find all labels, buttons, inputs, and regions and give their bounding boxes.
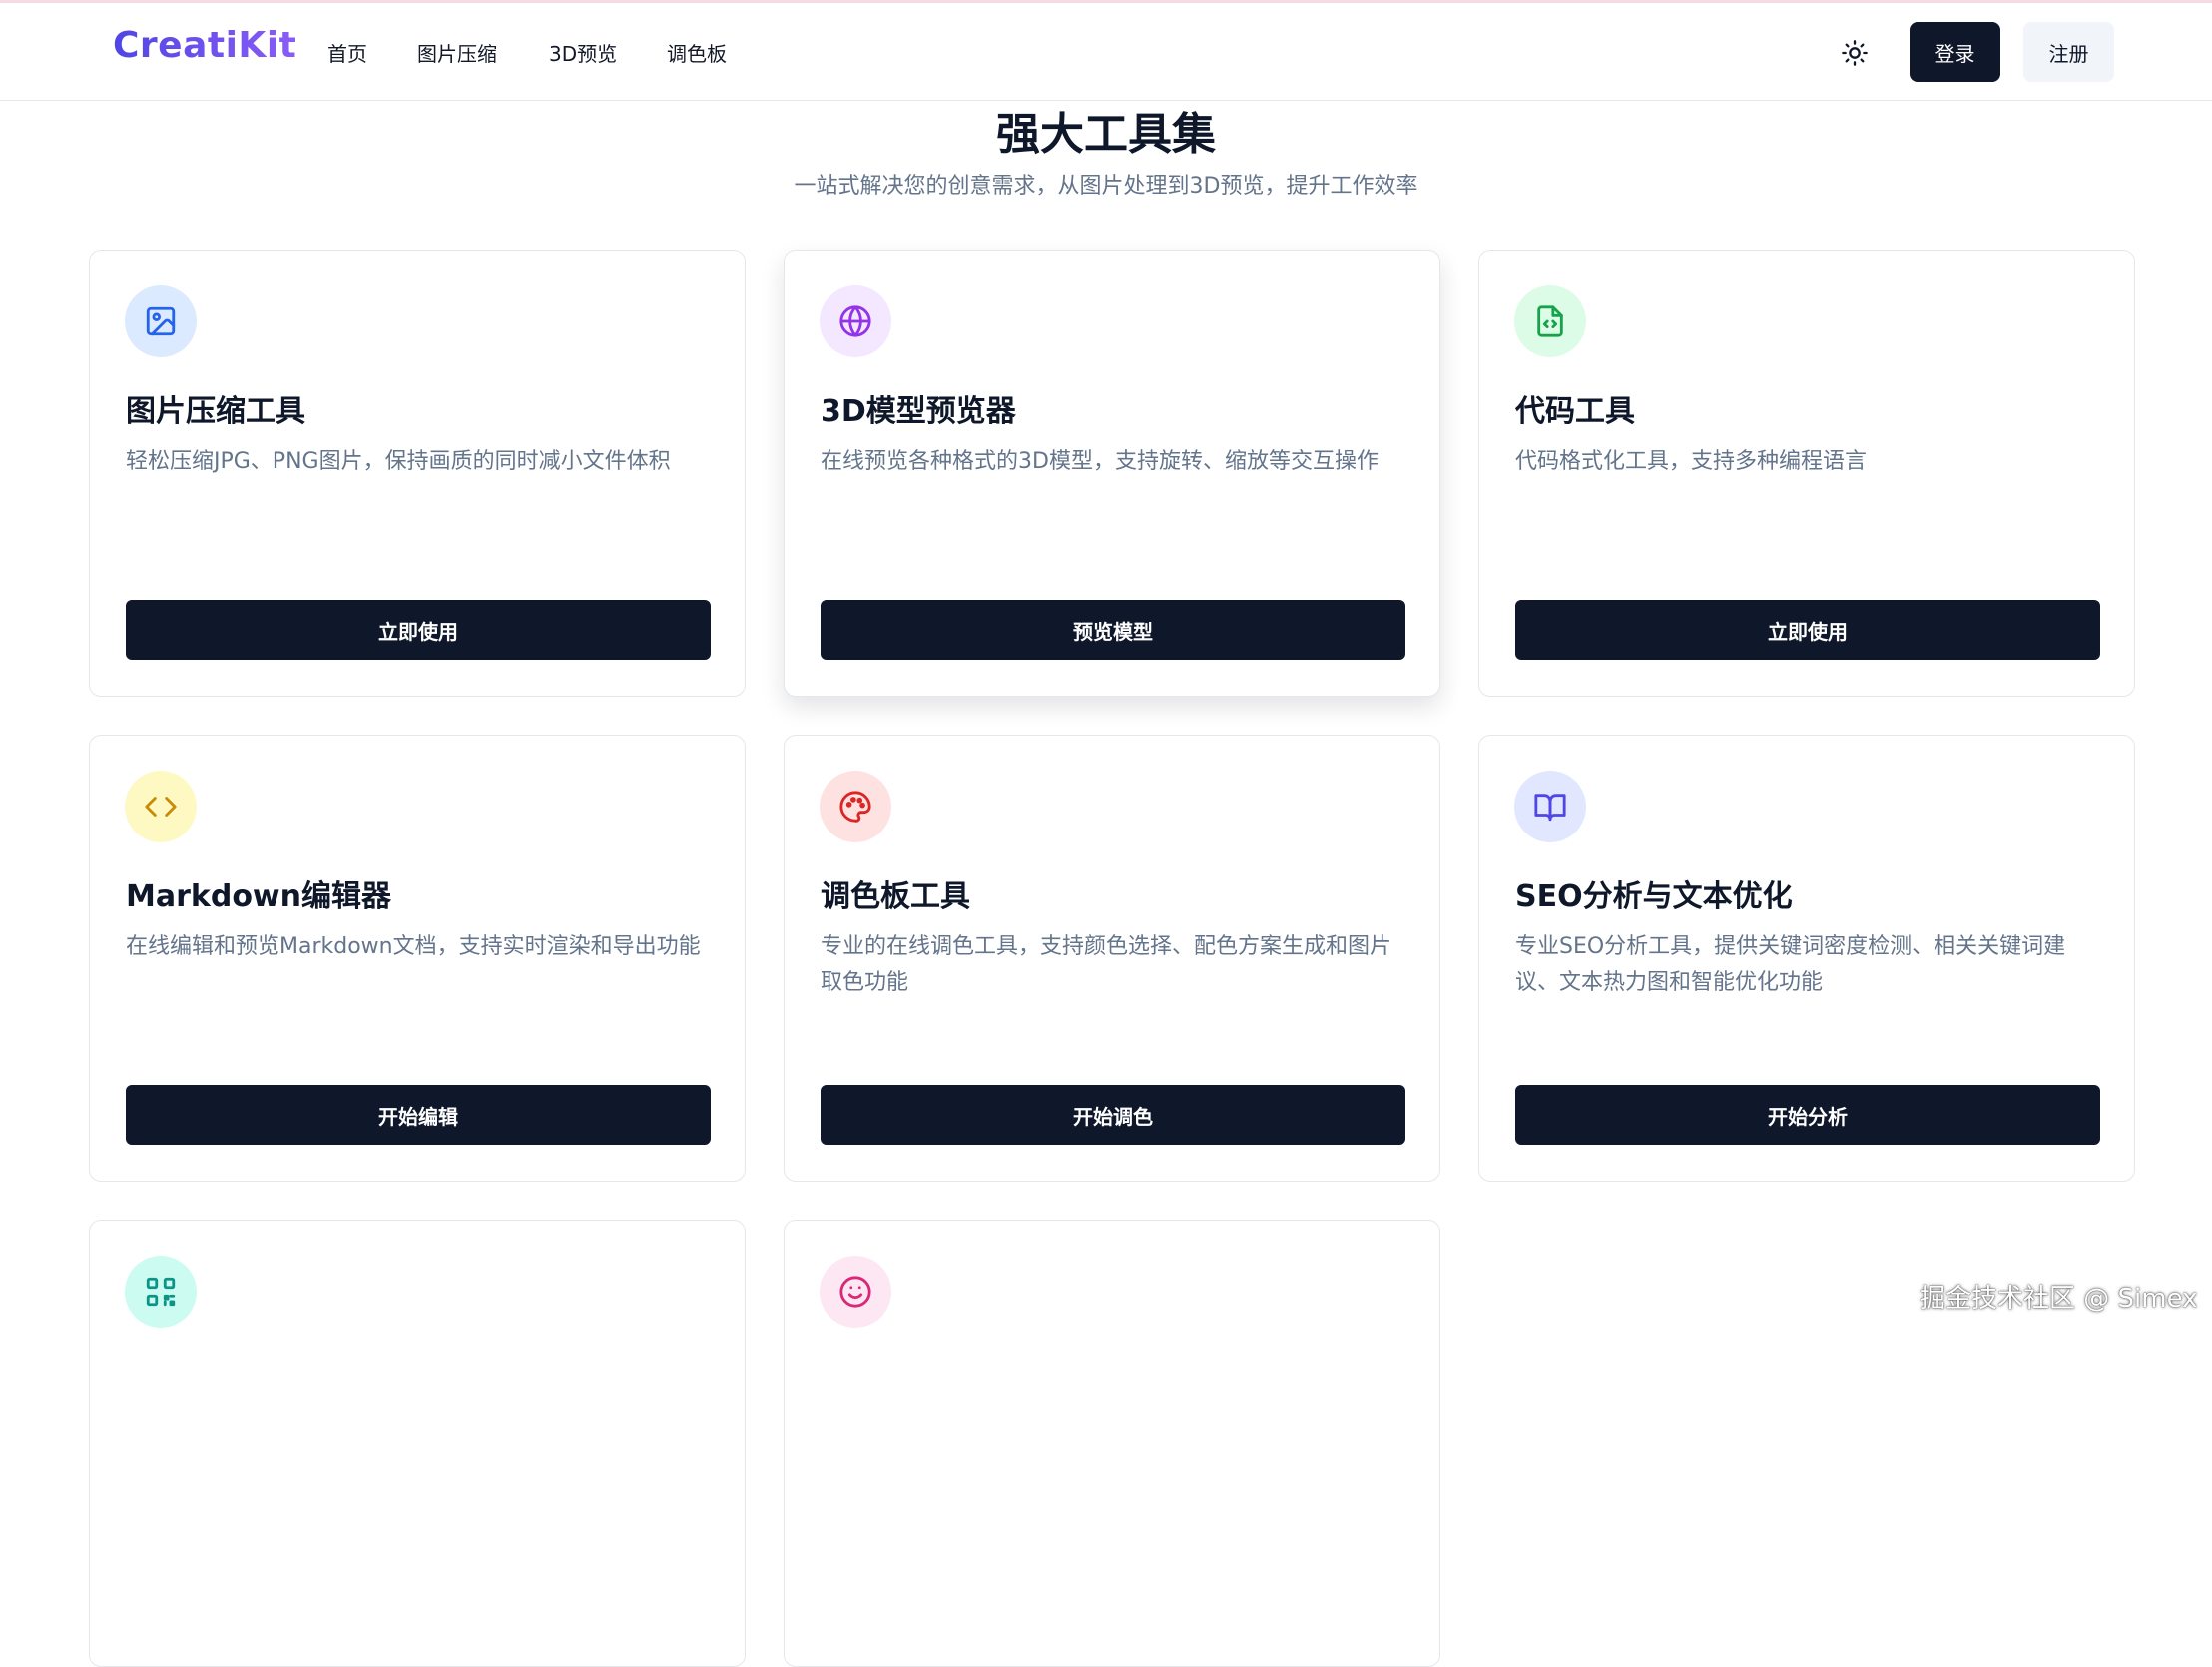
card-icon-circle (820, 1256, 891, 1328)
section-subtitle: 一站式解决您的创意需求，从图片处理到3D预览，提升工作效率 (794, 174, 1418, 199)
card-title: SEO分析与文本优化 (1515, 879, 1793, 914)
image-icon (146, 306, 176, 336)
card-description: 代码格式化工具，支持多种编程语言 (1515, 449, 1868, 474)
card-icon-circle (820, 771, 891, 842)
logo[interactable]: CreatiKit (113, 25, 296, 66)
use-now-button[interactable]: 立即使用 (126, 600, 711, 660)
card-description: 轻松压缩JPG、PNG图片，保持画质的同时减小文件体积 (126, 449, 671, 474)
palette-icon (839, 791, 871, 823)
use-now-button[interactable]: 立即使用 (1515, 600, 2100, 660)
sun-icon (1842, 40, 1868, 66)
theme-toggle-button[interactable] (1835, 33, 1875, 73)
card-title: 调色板工具 (821, 879, 970, 914)
preview-model-button[interactable]: 预览模型 (821, 600, 1405, 660)
card-icon-circle (1514, 771, 1586, 842)
nav-item-image-compress[interactable]: 图片压缩 (417, 38, 497, 67)
section-title: 强大工具集 (996, 109, 1216, 160)
site-header: CreatiKit 首页 图片压缩 3D预览 调色板 登录 注册 (0, 3, 2212, 101)
card-title: 3D模型预览器 (821, 394, 1016, 429)
watermark: 掘金技术社区 @ Simex (1920, 1284, 2198, 1314)
card-icon-circle (125, 771, 197, 842)
card-description: 专业的在线调色工具，支持颜色选择、配色方案生成和图片取色功能 (821, 934, 1392, 995)
start-color-button[interactable]: 开始调色 (821, 1085, 1405, 1145)
card-description: 专业SEO分析工具，提供关键词密度检测、相关关键词建议、文本热力图和智能优化功能 (1515, 934, 2066, 995)
card-description: 在线预览各种格式的3D模型，支持旋转、缩放等交互操作 (821, 449, 1379, 474)
card-icon-circle (820, 285, 891, 357)
tool-card-3d-preview: 3D模型预览器 在线预览各种格式的3D模型，支持旋转、缩放等交互操作 预览模型 (784, 250, 1440, 697)
card-title: Markdown编辑器 (126, 879, 392, 914)
register-button[interactable]: 注册 (2023, 22, 2114, 82)
card-icon-circle (125, 1256, 197, 1328)
code-file-icon (1537, 305, 1563, 337)
tool-card-code: 代码工具 代码格式化工具，支持多种编程语言 立即使用 (1478, 250, 2135, 697)
tool-card-markdown: Markdown编辑器 在线编辑和预览Markdown文档，支持实时渲染和导出功… (89, 735, 746, 1182)
code-brackets-icon (145, 797, 177, 817)
tool-card-qr-code (89, 1220, 746, 1667)
tool-card-seo: SEO分析与文本优化 专业SEO分析工具，提供关键词密度检测、相关关键词建议、文… (1478, 735, 2135, 1182)
login-button[interactable]: 登录 (1910, 22, 2000, 82)
book-icon (1534, 794, 1566, 822)
nav-item-palette[interactable]: 调色板 (667, 38, 727, 67)
start-analysis-button[interactable]: 开始分析 (1515, 1085, 2100, 1145)
card-title: 代码工具 (1515, 394, 1635, 429)
card-title: 图片压缩工具 (126, 394, 305, 429)
tool-card-emoji (784, 1220, 1440, 1667)
tool-card-image-compress: 图片压缩工具 轻松压缩JPG、PNG图片，保持画质的同时减小文件体积 立即使用 (89, 250, 746, 697)
qr-code-icon (146, 1277, 176, 1307)
start-edit-button[interactable]: 开始编辑 (126, 1085, 711, 1145)
smile-icon (839, 1276, 871, 1308)
globe-icon (839, 305, 871, 337)
card-icon-circle (125, 285, 197, 357)
nav-item-home[interactable]: 首页 (327, 38, 367, 67)
tool-card-palette: 调色板工具 专业的在线调色工具，支持颜色选择、配色方案生成和图片取色功能 开始调… (784, 735, 1440, 1182)
card-description: 在线编辑和预览Markdown文档，支持实时渲染和导出功能 (126, 934, 701, 959)
card-icon-circle (1514, 285, 1586, 357)
nav-item-3d-preview[interactable]: 3D预览 (549, 38, 617, 67)
